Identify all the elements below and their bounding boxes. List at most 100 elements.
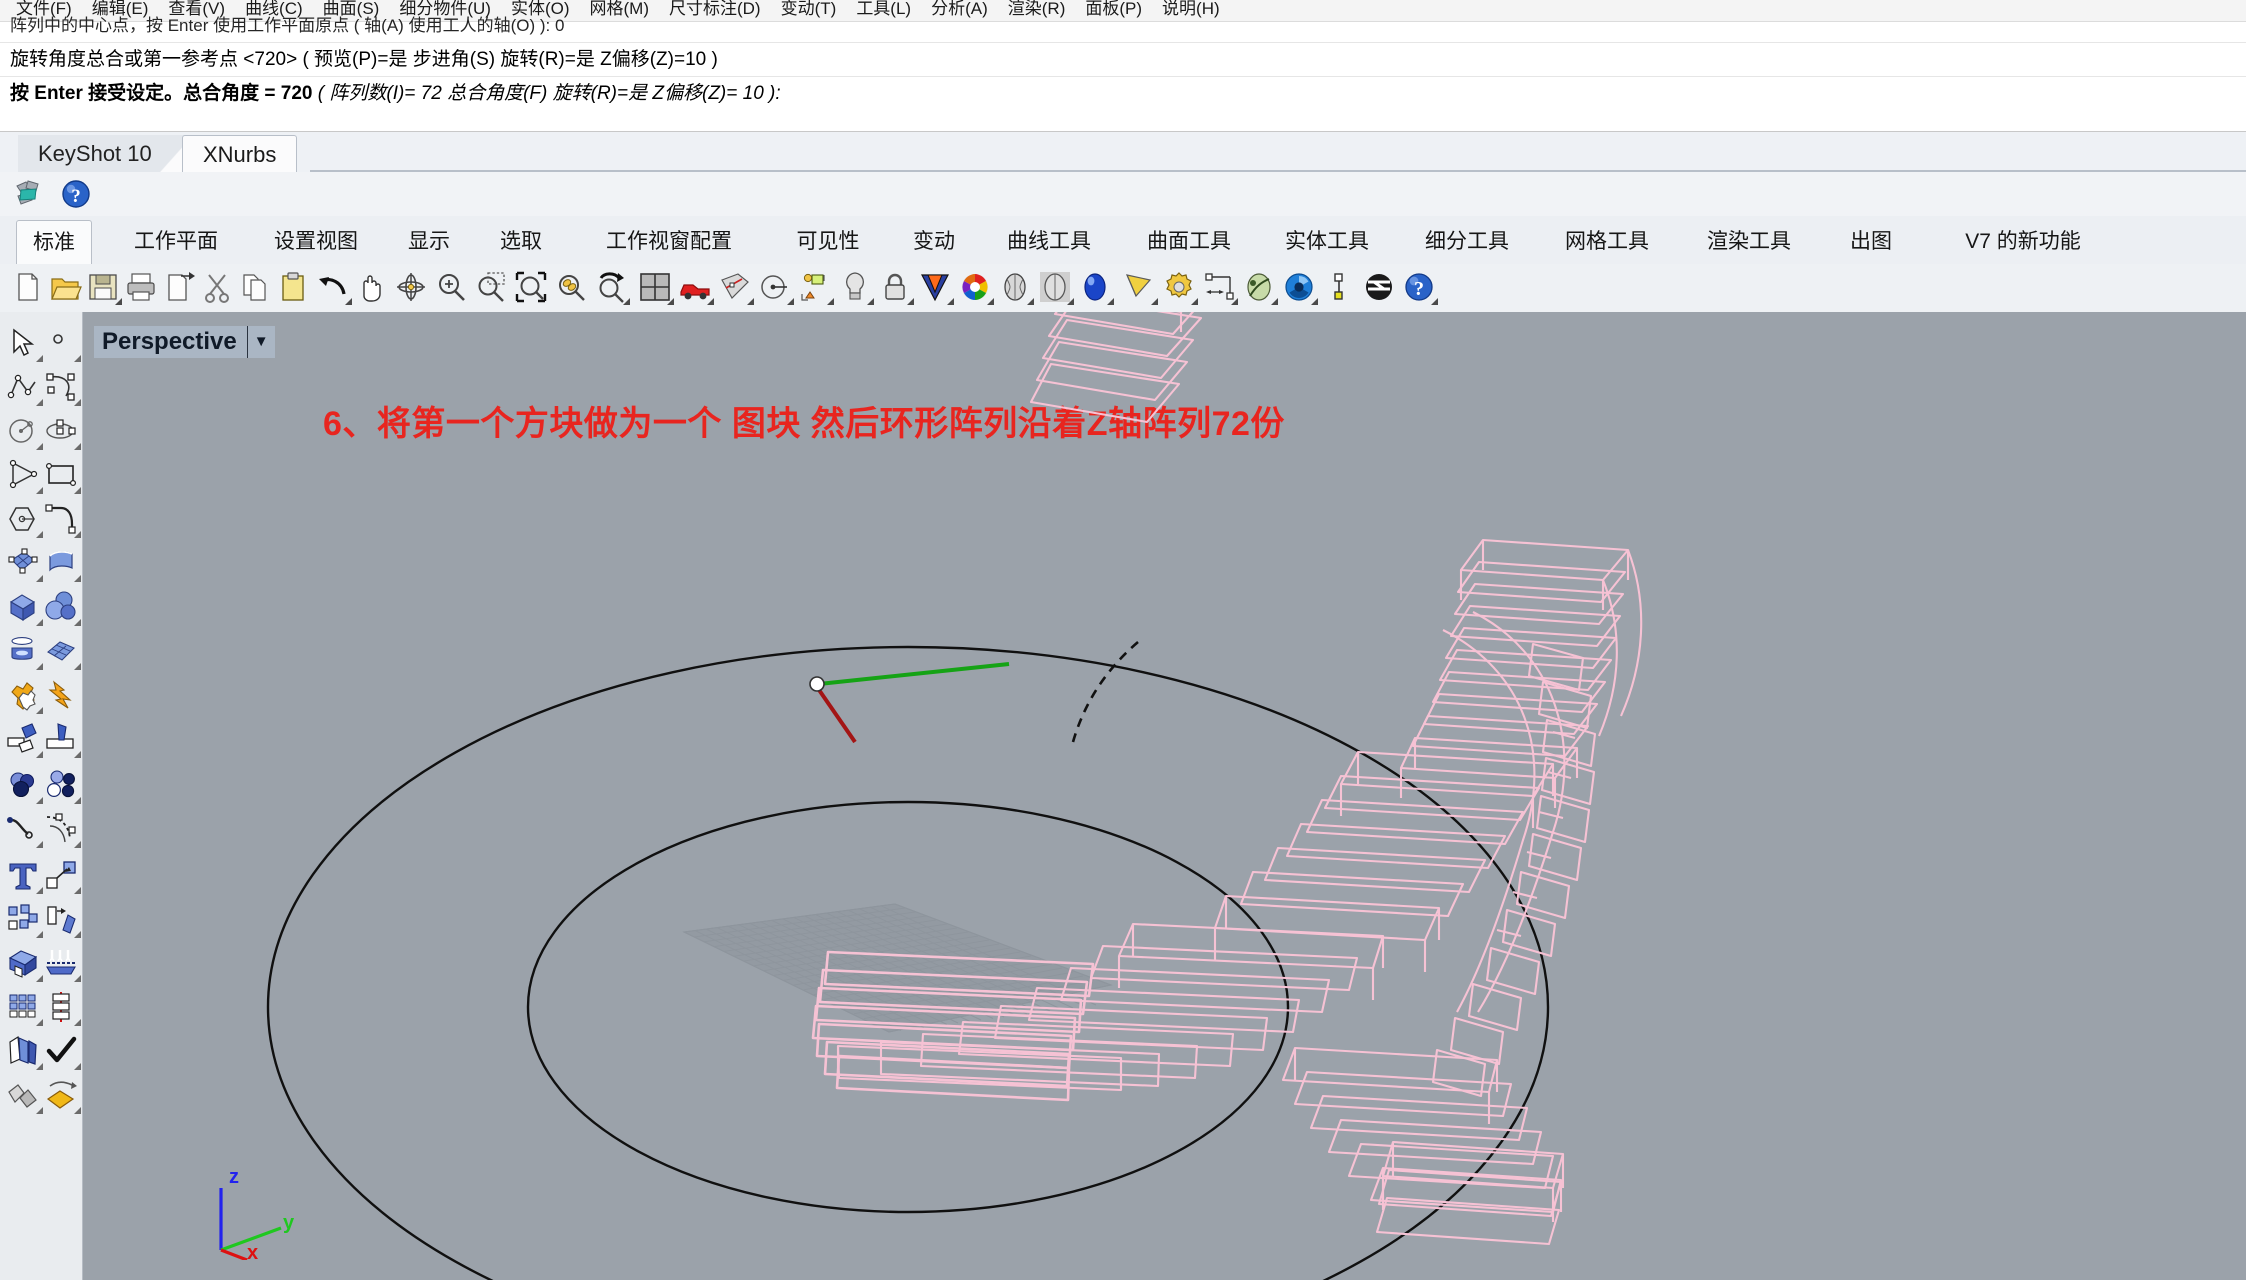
ellipse-icon[interactable] — [44, 414, 81, 450]
distance-dim-icon[interactable] — [1202, 270, 1238, 305]
xnurbs-surface-icon[interactable] — [14, 178, 46, 210]
rectangle-icon[interactable] — [44, 458, 81, 494]
check-objects-icon[interactable] — [44, 1034, 81, 1070]
copy-icon[interactable] — [238, 270, 272, 304]
tab-keyshot[interactable]: KeyShot 10 — [18, 135, 172, 172]
planar-mode-icon[interactable] — [758, 270, 794, 305]
tab-xnurbs[interactable]: XNurbs — [182, 135, 298, 172]
group-objects-icon[interactable] — [6, 902, 43, 938]
zoom-window-icon[interactable] — [474, 270, 508, 304]
viewport-3d-scene — [266, 312, 1643, 1280]
standard-toolbar: ? — [0, 264, 2246, 313]
world-y-axis — [818, 662, 1010, 686]
print-icon[interactable] — [124, 270, 158, 304]
lock-layer-icon[interactable] — [878, 270, 914, 305]
ribbon-tab-cplane[interactable]: 工作平面 — [106, 220, 246, 264]
ribbon-tab-curve[interactable]: 曲线工具 — [990, 220, 1108, 264]
undo-arrow-icon[interactable] — [316, 270, 352, 305]
render-engine-icon[interactable] — [1282, 270, 1318, 305]
pan-hand-icon[interactable] — [354, 270, 388, 304]
viewport-layout-icon[interactable] — [638, 270, 674, 305]
object-snap-icon[interactable] — [718, 270, 754, 305]
light-bulb-icon[interactable] — [838, 270, 874, 305]
zebra-analysis-icon[interactable] — [1362, 270, 1396, 304]
extrude-icon[interactable] — [44, 946, 81, 982]
ribbon-tab-standard[interactable]: 标准 — [16, 220, 92, 264]
control-point-curve-icon[interactable] — [44, 370, 81, 406]
paste-clipboard-icon[interactable] — [276, 270, 310, 304]
fillet-curve-icon[interactable] — [6, 812, 43, 848]
world-origin-point — [809, 676, 825, 692]
offset-curve-icon[interactable] — [44, 812, 81, 848]
box-solid-icon[interactable] — [6, 590, 43, 626]
cut-scissors-icon[interactable] — [200, 270, 234, 304]
new-file-icon[interactable] — [10, 270, 44, 304]
open-folder-icon[interactable] — [48, 270, 82, 304]
render-preview-icon[interactable] — [44, 1078, 81, 1114]
ribbon-tab-subd[interactable]: 细分工具 — [1408, 220, 1526, 264]
select-arrow-icon[interactable] — [6, 326, 43, 362]
ribbon-tab-select[interactable]: 选取 — [482, 220, 560, 264]
options-gear-icon[interactable] — [1162, 270, 1198, 305]
loft-surface-icon[interactable] — [44, 546, 81, 582]
color-wheel-icon[interactable] — [958, 270, 994, 305]
help-question-icon[interactable]: ? — [60, 178, 92, 210]
circle-icon[interactable] — [6, 414, 43, 450]
ribbon-tab-whatsnew[interactable]: V7 的新功能 — [1928, 220, 2118, 264]
wireframe-sphere-icon[interactable] — [998, 270, 1034, 305]
ribbon-tab-setview[interactable]: 设置视图 — [258, 220, 374, 264]
scale-icon[interactable] — [44, 858, 81, 894]
perspective-viewport[interactable]: Perspective ▼ 6、将第一个方块做为一个 图块 然后环形阵列沿着Z轴… — [83, 312, 2246, 1280]
rectangular-array-icon[interactable] — [6, 990, 43, 1026]
ghosted-sphere-icon[interactable] — [1038, 270, 1074, 305]
export-page-icon[interactable] — [162, 270, 196, 304]
car-render-icon[interactable] — [678, 270, 714, 305]
point-edit-icon[interactable] — [1322, 270, 1356, 304]
ribbon-tab-surface[interactable]: 曲面工具 — [1130, 220, 1248, 264]
cap-planar-holes-icon[interactable] — [6, 946, 43, 982]
save-floppy-icon[interactable] — [86, 270, 122, 305]
ribbon-tab-solid[interactable]: 实体工具 — [1268, 220, 1386, 264]
polyline-icon[interactable] — [6, 370, 43, 406]
mesh-objects-icon[interactable] — [6, 1078, 43, 1114]
rendered-sphere-icon[interactable] — [1078, 270, 1114, 305]
boolean-intersection-icon[interactable] — [44, 768, 81, 804]
ribbon-tab-transform[interactable]: 变动 — [894, 220, 974, 264]
named-position-icon[interactable] — [798, 270, 834, 305]
surface-grid-icon[interactable] — [44, 634, 81, 670]
explode-icon[interactable] — [44, 678, 78, 712]
trim-icon[interactable] — [6, 722, 43, 758]
text-object-icon[interactable] — [6, 858, 43, 894]
shaded-view-icon[interactable] — [918, 270, 954, 305]
split-icon[interactable] — [44, 722, 81, 758]
axis-gizmo: z y x — [203, 1166, 313, 1264]
arc-icon[interactable] — [44, 502, 81, 538]
camera-cone-icon[interactable] — [1122, 270, 1158, 305]
ribbon-tab-viewport[interactable]: 工作视窗配置 — [574, 220, 764, 264]
polar-array-icon[interactable] — [44, 990, 81, 1026]
rotate-copy-icon[interactable] — [44, 902, 81, 938]
zoom-previous-icon[interactable] — [594, 270, 630, 305]
sphere-solid-icon[interactable] — [44, 590, 81, 626]
ribbon-tab-render[interactable]: 渲染工具 — [1690, 220, 1808, 264]
ribbon-tab-drafting[interactable]: 出图 — [1832, 220, 1910, 264]
layer-state-icon[interactable] — [6, 1034, 43, 1070]
zoom-in-icon[interactable] — [434, 270, 468, 304]
help-icon[interactable]: ? — [1402, 270, 1438, 305]
polygon-triangle-icon[interactable] — [6, 458, 43, 494]
zoom-extents-icon[interactable] — [514, 270, 548, 304]
ribbon-tab-visibility[interactable]: 可见性 — [778, 220, 878, 264]
boolean-union-icon[interactable] — [6, 678, 43, 714]
command-history-area[interactable]: 阵列中的中心点，按 Enter 使用工作平面原点 ( 轴(A) 使用工人的轴(O… — [0, 16, 2246, 132]
point-icon[interactable] — [44, 326, 81, 362]
ribbon-tab-display[interactable]: 显示 — [390, 220, 468, 264]
surface-from-points-icon[interactable] — [6, 546, 43, 582]
cylinder-solid-icon[interactable] — [6, 634, 43, 670]
environment-icon[interactable] — [1242, 270, 1278, 305]
ribbon-tab-mesh[interactable]: 网格工具 — [1548, 220, 1666, 264]
command-prompt-line[interactable]: 按 Enter 接受设定。总合角度 = 720 ( 阵列数(I)= 72 总合角… — [0, 76, 2246, 111]
hexagon-icon[interactable] — [6, 502, 43, 538]
zoom-selected-icon[interactable] — [554, 270, 588, 304]
boolean-difference-icon[interactable] — [6, 768, 43, 804]
rotate-view-icon[interactable] — [394, 270, 428, 304]
